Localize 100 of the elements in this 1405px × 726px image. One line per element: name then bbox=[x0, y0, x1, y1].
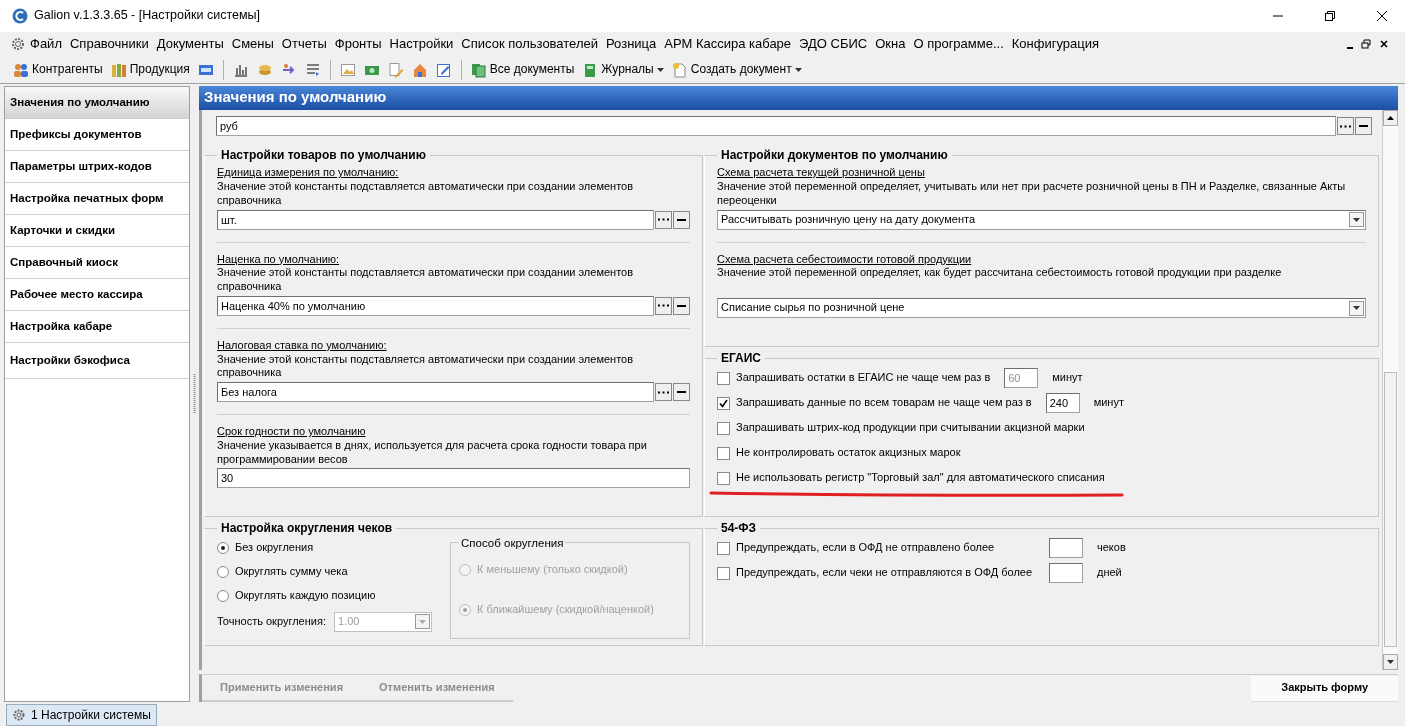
setting-description: Значение этой переменной определяет, как будет рассчитана себестоимость готовой продукции при разделке bbox=[717, 266, 1283, 281]
checkbox[interactable] bbox=[717, 446, 730, 460]
taskbar-item[interactable]: 1 Настройки системы bbox=[6, 704, 157, 726]
checkbox[interactable] bbox=[717, 566, 730, 580]
clear-button[interactable] bbox=[673, 210, 690, 229]
gear-icon bbox=[10, 36, 26, 52]
ellipsis-button[interactable] bbox=[655, 210, 672, 229]
setting-description: Значение этой константы подставляется автоматически при создании элементов справочника bbox=[217, 352, 635, 381]
checkbox[interactable] bbox=[717, 371, 730, 385]
ellipsis-icon bbox=[658, 218, 669, 222]
menu-item[interactable]: Смены bbox=[227, 35, 278, 53]
close-icon bbox=[1376, 10, 1388, 22]
checkbox-label: Не использовать регистр "Торговый зал" для автоматического списания bbox=[736, 471, 1105, 485]
field-label: Точность округления: bbox=[217, 614, 326, 629]
minus-icon bbox=[1359, 125, 1368, 127]
dropdown-button[interactable] bbox=[1349, 212, 1364, 228]
radio-button[interactable] bbox=[217, 589, 229, 602]
text-field[interactable]: 240 bbox=[1045, 393, 1080, 414]
checkbox-label: Предупреждать, если чеки не отправляются в ОФД более bbox=[736, 566, 1033, 581]
menu-item[interactable]: Окна bbox=[871, 35, 910, 53]
group-title: Способ округления bbox=[460, 535, 565, 551]
toolbar-button[interactable]: Все документы bbox=[467, 60, 578, 79]
menu-item[interactable]: Фронты bbox=[330, 35, 386, 53]
setting-label: Схема расчета себестоимости готовой продукции bbox=[717, 252, 973, 267]
document-icon bbox=[671, 61, 688, 78]
dropdown-field[interactable]: Списание сырья по розничной цене bbox=[717, 298, 1366, 319]
menu-item[interactable]: Документы bbox=[152, 35, 228, 53]
app-logo-icon bbox=[12, 8, 28, 24]
group-title: Настройка округления чеков bbox=[220, 521, 394, 536]
text-field[interactable] bbox=[1049, 538, 1083, 559]
group-title: Настройки товаров по умолчанию bbox=[220, 148, 427, 163]
menu-item[interactable]: О программе... bbox=[909, 35, 1008, 53]
menu-item[interactable]: ЭДО СБИС bbox=[795, 35, 872, 53]
checkbox[interactable] bbox=[717, 471, 730, 485]
menu-item[interactable]: Розница bbox=[602, 35, 661, 53]
setting-description: Значение этой переменной определяет, учитывать или нет при расчете розничной цены в ПН и Разделке, связанные Акты переоценки bbox=[717, 180, 1347, 208]
scrollbar[interactable] bbox=[1382, 110, 1398, 670]
checkbox[interactable] bbox=[717, 421, 730, 435]
toolbar-button[interactable]: Продукция bbox=[107, 60, 193, 79]
checkbox[interactable] bbox=[717, 541, 730, 555]
checkbox-label: Запрашивать остатки в ЕГАИС не чаще чем раз в bbox=[736, 371, 991, 385]
ellipsis-button[interactable] bbox=[1337, 117, 1354, 135]
radio-button[interactable] bbox=[217, 565, 229, 578]
menu-item[interactable]: АРМ Кассира кабаре bbox=[660, 35, 796, 53]
minimize-icon bbox=[1347, 47, 1353, 49]
close-icon bbox=[1379, 39, 1389, 49]
menu-item[interactable]: Отчеты bbox=[277, 35, 331, 53]
setting-description: Значение этой константы подставляется автоматически при создании элементов справочника bbox=[217, 180, 635, 208]
toolbar-button[interactable]: Создать документ bbox=[668, 60, 805, 79]
clear-button[interactable] bbox=[1355, 117, 1372, 135]
restore-icon bbox=[1324, 10, 1336, 22]
menu-item[interactable]: Настройки bbox=[385, 35, 458, 53]
text-field[interactable]: шт. bbox=[217, 209, 654, 230]
checkbox[interactable] bbox=[717, 396, 730, 410]
dropdown-button[interactable] bbox=[1349, 300, 1364, 316]
ellipsis-button[interactable] bbox=[655, 296, 672, 315]
ellipsis-button[interactable] bbox=[655, 383, 672, 402]
toolbar-button[interactable]: Журналы bbox=[579, 60, 667, 79]
text-field[interactable]: руб bbox=[216, 116, 1336, 136]
books-icon bbox=[110, 61, 127, 78]
radio-label: Округлять каждую позицию bbox=[235, 588, 376, 603]
radio-label: Округлять сумму чека bbox=[235, 564, 348, 579]
restore-icon bbox=[1361, 39, 1371, 49]
setting-label: Срок годности по умолчанию bbox=[217, 425, 367, 439]
group-title: Настройки документов по умолчанию bbox=[720, 148, 949, 163]
form-button[interactable]: Закрыть форму bbox=[1251, 675, 1398, 702]
ellipsis-icon bbox=[1340, 124, 1351, 128]
scroll-up-arrow-icon bbox=[1387, 116, 1394, 120]
menu-item[interactable]: Список пользователей bbox=[457, 35, 602, 53]
picture-icon bbox=[339, 61, 356, 78]
checkmark-icon bbox=[719, 398, 728, 408]
clear-button[interactable] bbox=[673, 296, 690, 315]
group-title: ЕГАИС bbox=[720, 351, 762, 366]
radio-button[interactable] bbox=[217, 541, 229, 554]
setting-label: Налоговая ставка по умолчанию: bbox=[217, 338, 388, 353]
form-header: Значения по умолчанию bbox=[199, 86, 1398, 110]
clear-button[interactable] bbox=[673, 383, 690, 402]
radio-label: К меньшему (только скидкой) bbox=[477, 563, 628, 578]
gear-icon bbox=[12, 708, 26, 722]
text-field[interactable]: Без налога bbox=[217, 382, 654, 403]
text-field[interactable]: Наценка 40% по умолчанию bbox=[217, 295, 654, 316]
radio-label: К ближайшему (скидкой/наценкой) bbox=[477, 603, 654, 618]
text-field[interactable] bbox=[1049, 563, 1083, 584]
pencil-icon bbox=[387, 61, 404, 78]
setting-description: Значение указывается в днях, используется для расчета срока годности товара при программировании весов bbox=[217, 438, 648, 467]
sidebar-item[interactable]: Значения по умолчанию bbox=[5, 87, 189, 119]
text-field[interactable]: 30 bbox=[217, 468, 690, 489]
dropdown-field[interactable]: Рассчитывать розничную цену на дату документа bbox=[717, 209, 1366, 230]
menu-item[interactable]: Конфигурация bbox=[1007, 35, 1104, 53]
menu-item[interactable]: Файл bbox=[26, 35, 66, 53]
ellipsis-icon bbox=[658, 304, 669, 308]
radio-label: Без округления bbox=[235, 540, 314, 555]
documents-icon bbox=[470, 61, 487, 78]
menu-item[interactable]: Справочники bbox=[65, 35, 153, 53]
group-title: 54-ФЗ bbox=[720, 521, 758, 536]
setting-label: Схема расчета текущей розничной цены bbox=[717, 166, 926, 181]
toolbar-button[interactable]: Контрагенты bbox=[10, 60, 106, 79]
caret-icon bbox=[1353, 217, 1360, 222]
setting-label: Единица измерения по умолчанию: bbox=[217, 166, 400, 181]
setting-description: Значение этой константы подставляется автоматически при создании элементов справочника bbox=[217, 266, 635, 294]
